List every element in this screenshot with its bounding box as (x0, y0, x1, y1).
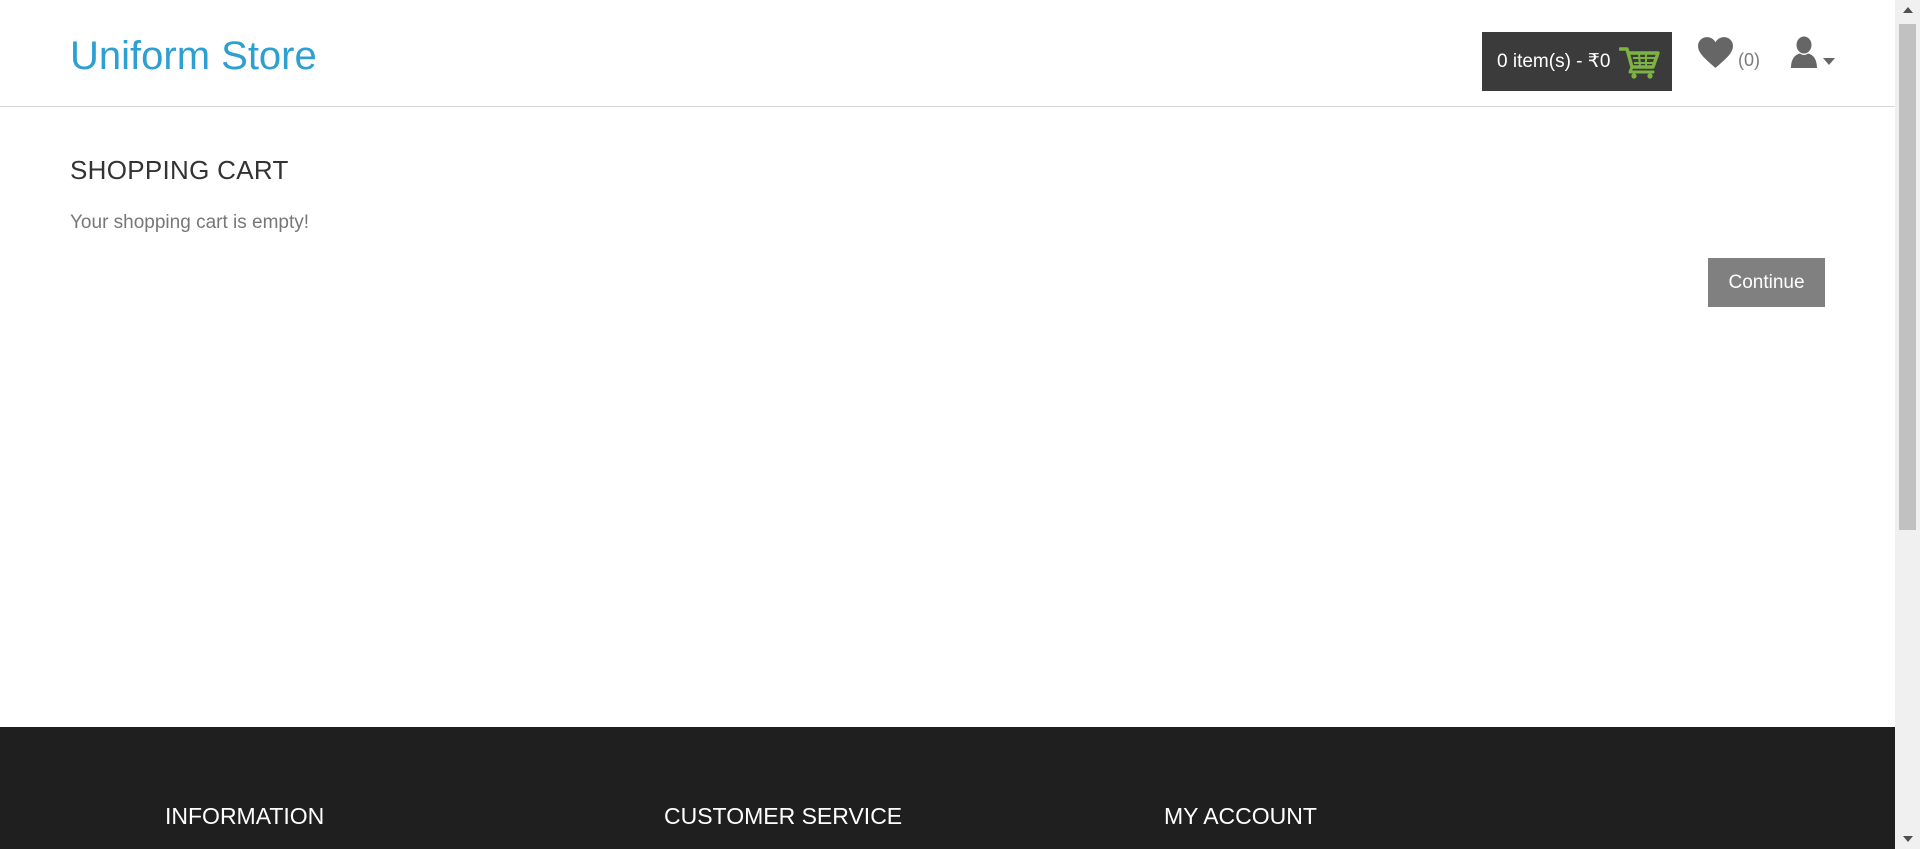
footer-heading-information: INFORMATION (165, 803, 325, 829)
cart-summary-button[interactable]: 0 item(s) - ₹0 (1482, 32, 1672, 91)
continue-button[interactable]: Continue (1708, 258, 1825, 307)
account-dropdown-toggle[interactable] (1790, 36, 1835, 74)
vertical-scrollbar[interactable] (1895, 0, 1920, 849)
cart-summary-text: 0 item(s) - ₹0 (1497, 51, 1611, 72)
store-logo-link[interactable]: Uniform Store (70, 32, 317, 80)
scroll-up-arrow-icon[interactable] (1895, 0, 1920, 20)
page-title: SHOPPING CART (70, 155, 289, 185)
site-footer: INFORMATION CUSTOMER SERVICE MY ACCOUNT (0, 727, 1895, 849)
user-icon (1790, 36, 1818, 74)
wishlist-count: (0) (1738, 49, 1760, 70)
empty-cart-message: Your shopping cart is empty! (70, 212, 310, 233)
footer-heading-customer-service: CUSTOMER SERVICE (664, 803, 903, 829)
shopping-cart-icon (1619, 45, 1661, 79)
scrollbar-thumb[interactable] (1899, 24, 1916, 530)
page-viewport: Uniform Store 0 item(s) - ₹0 (0) SHOPPIN… (0, 0, 1895, 849)
footer-heading-my-account: MY ACCOUNT (1164, 803, 1317, 829)
scroll-down-arrow-icon[interactable] (1895, 829, 1920, 849)
heart-icon (1697, 36, 1734, 74)
browser-page: Uniform Store 0 item(s) - ₹0 (0) SHOPPIN… (0, 0, 1920, 849)
wishlist-link[interactable]: (0) (1697, 36, 1760, 74)
caret-down-icon (1823, 52, 1835, 70)
site-header: Uniform Store 0 item(s) - ₹0 (0) (0, 0, 1895, 107)
